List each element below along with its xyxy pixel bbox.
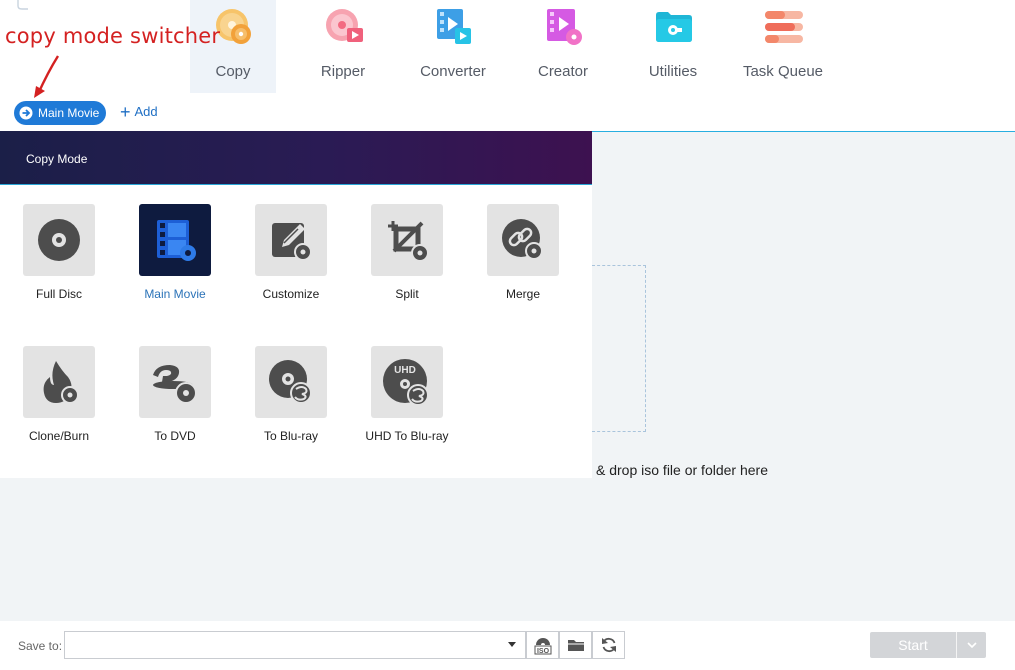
mode-main-movie[interactable]: Main Movie	[117, 204, 233, 314]
copy-mode-panel: Copy Mode Full Disc Main Movie Customize…	[0, 131, 592, 478]
nav-label: Converter	[420, 63, 486, 80]
app-window: Copy Ripper Converter Creator Utilities …	[0, 0, 1015, 670]
mode-tile-selected	[139, 204, 211, 276]
annotation-label: copy mode switcher	[5, 24, 221, 48]
nav-label: Copy	[215, 63, 251, 80]
mode-label: To Blu-ray	[263, 429, 319, 443]
nav-label: Task Queue	[742, 63, 824, 80]
mode-tile	[23, 204, 95, 276]
bottom-bar: Save to: ISO Start	[0, 621, 1015, 670]
mode-to-bluray[interactable]: To Blu-ray	[233, 346, 349, 456]
mode-to-dvd[interactable]: To DVD	[117, 346, 233, 456]
utilities-icon	[656, 12, 692, 42]
nav-creator[interactable]: Creator	[520, 0, 606, 93]
add-label: Add	[134, 104, 158, 119]
copy-mode-header: Copy Mode	[0, 131, 592, 185]
nav-label: Creator	[537, 63, 589, 80]
converter-icon	[437, 9, 471, 44]
chevron-down-icon	[966, 642, 977, 649]
mode-split[interactable]: Split	[349, 204, 465, 314]
mode-merge[interactable]: Merge	[465, 204, 581, 314]
corner-logo-icon	[17, 0, 28, 10]
nav-label: Utilities	[648, 63, 698, 80]
refresh-button[interactable]	[592, 631, 625, 659]
start-options-button[interactable]	[957, 632, 986, 658]
drop-zone-hint: & drop iso file or folder here	[596, 462, 768, 478]
mode-label: Main Movie	[144, 287, 206, 301]
folder-icon	[567, 640, 584, 651]
save-to-label: Save to:	[18, 639, 63, 653]
plus-icon: +	[120, 101, 131, 122]
top-nav: Copy Ripper Converter Creator Utilities …	[0, 0, 1015, 98]
mode-clone-burn[interactable]: Clone/Burn	[1, 346, 117, 456]
mode-label: UHD To Blu-ray	[365, 429, 449, 443]
mode-label: Full Disc	[35, 287, 82, 301]
mode-tile	[139, 346, 211, 418]
main-movie-icon	[157, 220, 196, 261]
mode-label: Clone/Burn	[28, 429, 90, 443]
to-bluray-icon	[269, 360, 312, 404]
merge-icon	[502, 219, 543, 260]
nav-converter[interactable]: Converter	[410, 0, 496, 93]
annotation-arrow-icon	[34, 55, 60, 98]
mode-tile	[255, 346, 327, 418]
save-path-input[interactable]	[64, 631, 526, 659]
mode-tile	[23, 346, 95, 418]
start-label: Start	[898, 637, 928, 653]
nav-task-queue[interactable]: Task Queue	[740, 0, 826, 93]
iso-badge-text: ISO	[536, 648, 549, 655]
ripper-icon	[326, 9, 363, 42]
add-button[interactable]: + Add	[120, 101, 158, 122]
copy-mode-title: Copy Mode	[26, 152, 88, 166]
refresh-icon	[601, 637, 616, 653]
creator-icon	[547, 9, 582, 45]
mode-label: Split	[395, 287, 419, 301]
mode-tile	[371, 204, 443, 276]
mode-label: To DVD	[154, 429, 196, 443]
nav-label: Ripper	[320, 63, 366, 80]
mode-label: Merge	[505, 287, 540, 301]
full-disc-icon	[38, 219, 80, 261]
task-queue-icon	[765, 11, 803, 43]
nav-utilities[interactable]: Utilities	[630, 0, 716, 93]
dropdown-caret-icon[interactable]	[507, 640, 517, 648]
uhd-to-bluray-icon: UHD	[383, 359, 429, 406]
uhd-badge-text: UHD	[394, 365, 416, 376]
mode-full-disc[interactable]: Full Disc	[1, 204, 117, 314]
mode-tile	[487, 204, 559, 276]
start-button[interactable]: Start	[870, 632, 986, 658]
iso-disc-icon: ISO	[534, 638, 551, 655]
mode-tile	[255, 204, 327, 276]
browse-folder-button[interactable]	[559, 631, 592, 659]
mode-tile: UHD	[371, 346, 443, 418]
drop-zone[interactable]	[592, 265, 646, 432]
customize-icon	[272, 223, 312, 261]
clone-burn-icon	[43, 361, 79, 404]
copy-mode-switcher-button[interactable]: Main Movie	[14, 101, 106, 125]
mode-customize[interactable]: Customize	[233, 204, 349, 314]
mode-uhd-to-bluray[interactable]: UHD UHD To Blu-ray	[349, 346, 465, 456]
nav-ripper[interactable]: Ripper	[300, 0, 386, 93]
split-icon	[388, 221, 429, 262]
mode-label: Customize	[262, 287, 320, 301]
copy-mode-switcher-label: Main Movie	[38, 106, 100, 120]
iso-output-button[interactable]: ISO	[526, 631, 559, 659]
to-dvd-icon	[153, 365, 197, 404]
arrow-right-circle-icon	[19, 106, 33, 120]
